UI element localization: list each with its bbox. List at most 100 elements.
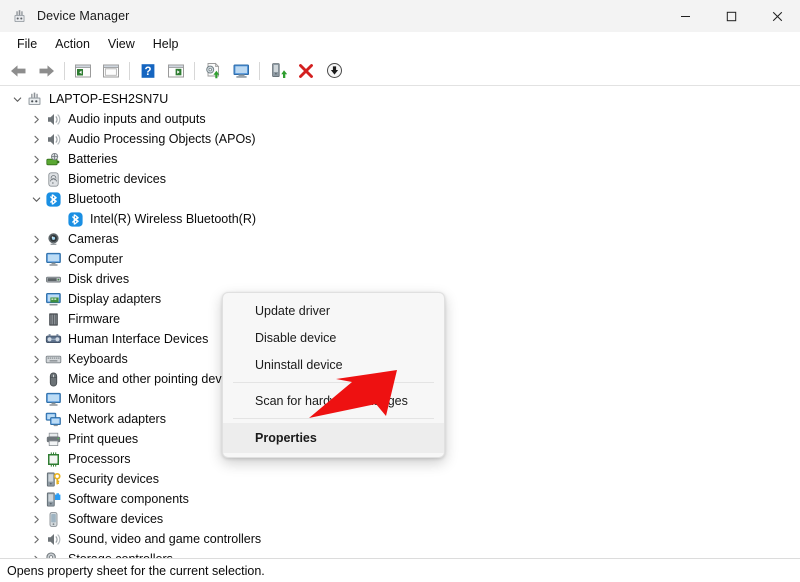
update-driver-button[interactable] bbox=[200, 59, 226, 83]
tree-item-label: Keyboards bbox=[68, 352, 128, 366]
processor-icon bbox=[44, 450, 62, 468]
tree-item-bluetooth[interactable]: Bluetooth bbox=[0, 189, 800, 209]
tree-item-label: Storage controllers bbox=[68, 549, 173, 558]
forward-button[interactable] bbox=[33, 59, 59, 83]
tree-item-label: Biometric devices bbox=[68, 172, 166, 186]
tree-item-storage-controllers[interactable]: Storage controllers bbox=[0, 549, 800, 558]
device-manager-icon bbox=[11, 8, 28, 25]
chevron-right-icon[interactable] bbox=[28, 269, 44, 289]
tree-item-cameras[interactable]: Cameras bbox=[0, 229, 800, 249]
show-hide-console-tree-button[interactable] bbox=[70, 59, 96, 83]
context-menu-separator-2 bbox=[233, 418, 434, 419]
chevron-right-icon[interactable] bbox=[28, 109, 44, 129]
tree-item-laptop-esh2sn7u[interactable]: LAPTOP-ESH2SN7U bbox=[0, 89, 800, 109]
device-tree[interactable]: LAPTOP-ESH2SN7U Audio inputs and outputs A… bbox=[0, 86, 800, 558]
context-menu-item-properties[interactable]: Properties bbox=[223, 423, 444, 453]
chevron-right-icon[interactable] bbox=[28, 529, 44, 549]
chevron-right-icon[interactable] bbox=[28, 129, 44, 149]
chevron-right-icon[interactable] bbox=[28, 249, 44, 269]
back-button[interactable] bbox=[5, 59, 31, 83]
chevron-right-icon[interactable] bbox=[28, 449, 44, 469]
chevron-right-icon[interactable] bbox=[28, 289, 44, 309]
context-menu-bottom-padding bbox=[223, 453, 444, 457]
chevron-down-icon[interactable] bbox=[9, 89, 25, 109]
context-menu-item-disable-device[interactable]: Disable device bbox=[223, 324, 444, 351]
chevron-right-icon[interactable] bbox=[28, 409, 44, 429]
chevron-right-icon[interactable] bbox=[28, 169, 44, 189]
tree-item-software-components[interactable]: Software components bbox=[0, 489, 800, 509]
tree-item-batteries[interactable]: Batteries bbox=[0, 149, 800, 169]
tree-item-label: Mice and other pointing devices bbox=[68, 372, 244, 386]
tree-item-disk-drives[interactable]: Disk drives bbox=[0, 269, 800, 289]
tree-item-biometric-devices[interactable]: Biometric devices bbox=[0, 169, 800, 189]
tree-item-label: Sound, video and game controllers bbox=[68, 532, 262, 546]
chevron-right-icon[interactable] bbox=[28, 309, 44, 329]
toolbar-separator-4 bbox=[259, 61, 260, 80]
chevron-right-icon[interactable] bbox=[28, 429, 44, 449]
status-bar: Opens property sheet for the current sel… bbox=[0, 558, 800, 582]
scan-hardware-changes-button[interactable] bbox=[228, 59, 254, 83]
title-bar: Device Manager bbox=[0, 0, 800, 32]
show-hide-action-pane-button[interactable] bbox=[163, 59, 189, 83]
chevron-right-icon[interactable] bbox=[28, 149, 44, 169]
disable-device-button[interactable] bbox=[321, 59, 347, 83]
chevron-right-icon[interactable] bbox=[28, 489, 44, 509]
maximize-button[interactable] bbox=[708, 0, 754, 32]
tree-item-intel-r-wireless-bluetooth-r[interactable]: Intel(R) Wireless Bluetooth(R) bbox=[0, 209, 800, 229]
toolbar-separator-2 bbox=[129, 61, 130, 80]
toolbar-separator-1 bbox=[64, 61, 65, 80]
tree-item-audio-inputs-and-outputs[interactable]: Audio inputs and outputs bbox=[0, 109, 800, 129]
tree-item-label: Audio inputs and outputs bbox=[68, 112, 206, 126]
menu-view[interactable]: View bbox=[99, 34, 144, 54]
enable-device-button[interactable] bbox=[265, 59, 291, 83]
close-button[interactable] bbox=[754, 0, 800, 32]
window-title: Device Manager bbox=[37, 9, 130, 23]
mouse-icon bbox=[44, 370, 62, 388]
context-menu-separator-1 bbox=[233, 382, 434, 383]
minimize-button[interactable] bbox=[662, 0, 708, 32]
help-button[interactable]: ? bbox=[135, 59, 161, 83]
tree-item-security-devices[interactable]: Security devices bbox=[0, 469, 800, 489]
hid-icon bbox=[44, 330, 62, 348]
tree-item-label: Network adapters bbox=[68, 412, 166, 426]
tree-item-label: Processors bbox=[68, 452, 131, 466]
tree-item-label: Batteries bbox=[68, 152, 118, 166]
chevron-right-icon[interactable] bbox=[28, 369, 44, 389]
tree-item-audio-processing-objects-apos[interactable]: Audio Processing Objects (APOs) bbox=[0, 129, 800, 149]
properties-window-button[interactable] bbox=[98, 59, 124, 83]
bluetooth-icon bbox=[44, 190, 62, 208]
chevron-right-icon[interactable] bbox=[28, 329, 44, 349]
chevron-down-icon[interactable] bbox=[28, 189, 44, 209]
toolbar-separator-3 bbox=[194, 61, 195, 80]
tree-item-label: Disk drives bbox=[68, 272, 130, 286]
tree-item-sound-video-and-game-controllers[interactable]: Sound, video and game controllers bbox=[0, 529, 800, 549]
tree-item-label: Firmware bbox=[68, 312, 121, 326]
tree-item-label: Software components bbox=[68, 492, 189, 506]
tree-item-label: LAPTOP-ESH2SN7U bbox=[49, 92, 169, 106]
tree-item-software-devices[interactable]: Software devices bbox=[0, 509, 800, 529]
chevron-right-icon[interactable] bbox=[28, 389, 44, 409]
chevron-right-icon[interactable] bbox=[28, 469, 44, 489]
uninstall-device-button[interactable] bbox=[293, 59, 319, 83]
software-device-icon bbox=[44, 510, 62, 528]
battery-icon bbox=[44, 150, 62, 168]
menu-help[interactable]: Help bbox=[144, 34, 188, 54]
display-adapter-icon bbox=[44, 290, 62, 308]
menu-file[interactable]: File bbox=[8, 34, 46, 54]
camera-icon bbox=[44, 230, 62, 248]
tree-item-computer[interactable]: Computer bbox=[0, 249, 800, 269]
context-menu-item-scan-for-hardware-changes[interactable]: Scan for hardware changes bbox=[223, 387, 444, 414]
network-adapter-icon bbox=[44, 410, 62, 428]
toolbar: ? bbox=[0, 56, 800, 86]
chevron-right-icon[interactable] bbox=[28, 509, 44, 529]
chevron-right-icon[interactable] bbox=[28, 349, 44, 369]
chevron-right-icon[interactable] bbox=[28, 549, 44, 558]
tree-item-label: Software devices bbox=[68, 512, 164, 526]
context-menu-item-update-driver[interactable]: Update driver bbox=[223, 297, 444, 324]
context-menu[interactable]: Update driver Disable device Uninstall d… bbox=[222, 292, 445, 458]
context-menu-item-uninstall-device[interactable]: Uninstall device bbox=[223, 351, 444, 378]
tree-item-label: Cameras bbox=[68, 232, 119, 246]
chevron-right-icon[interactable] bbox=[28, 229, 44, 249]
menu-action[interactable]: Action bbox=[46, 34, 99, 54]
